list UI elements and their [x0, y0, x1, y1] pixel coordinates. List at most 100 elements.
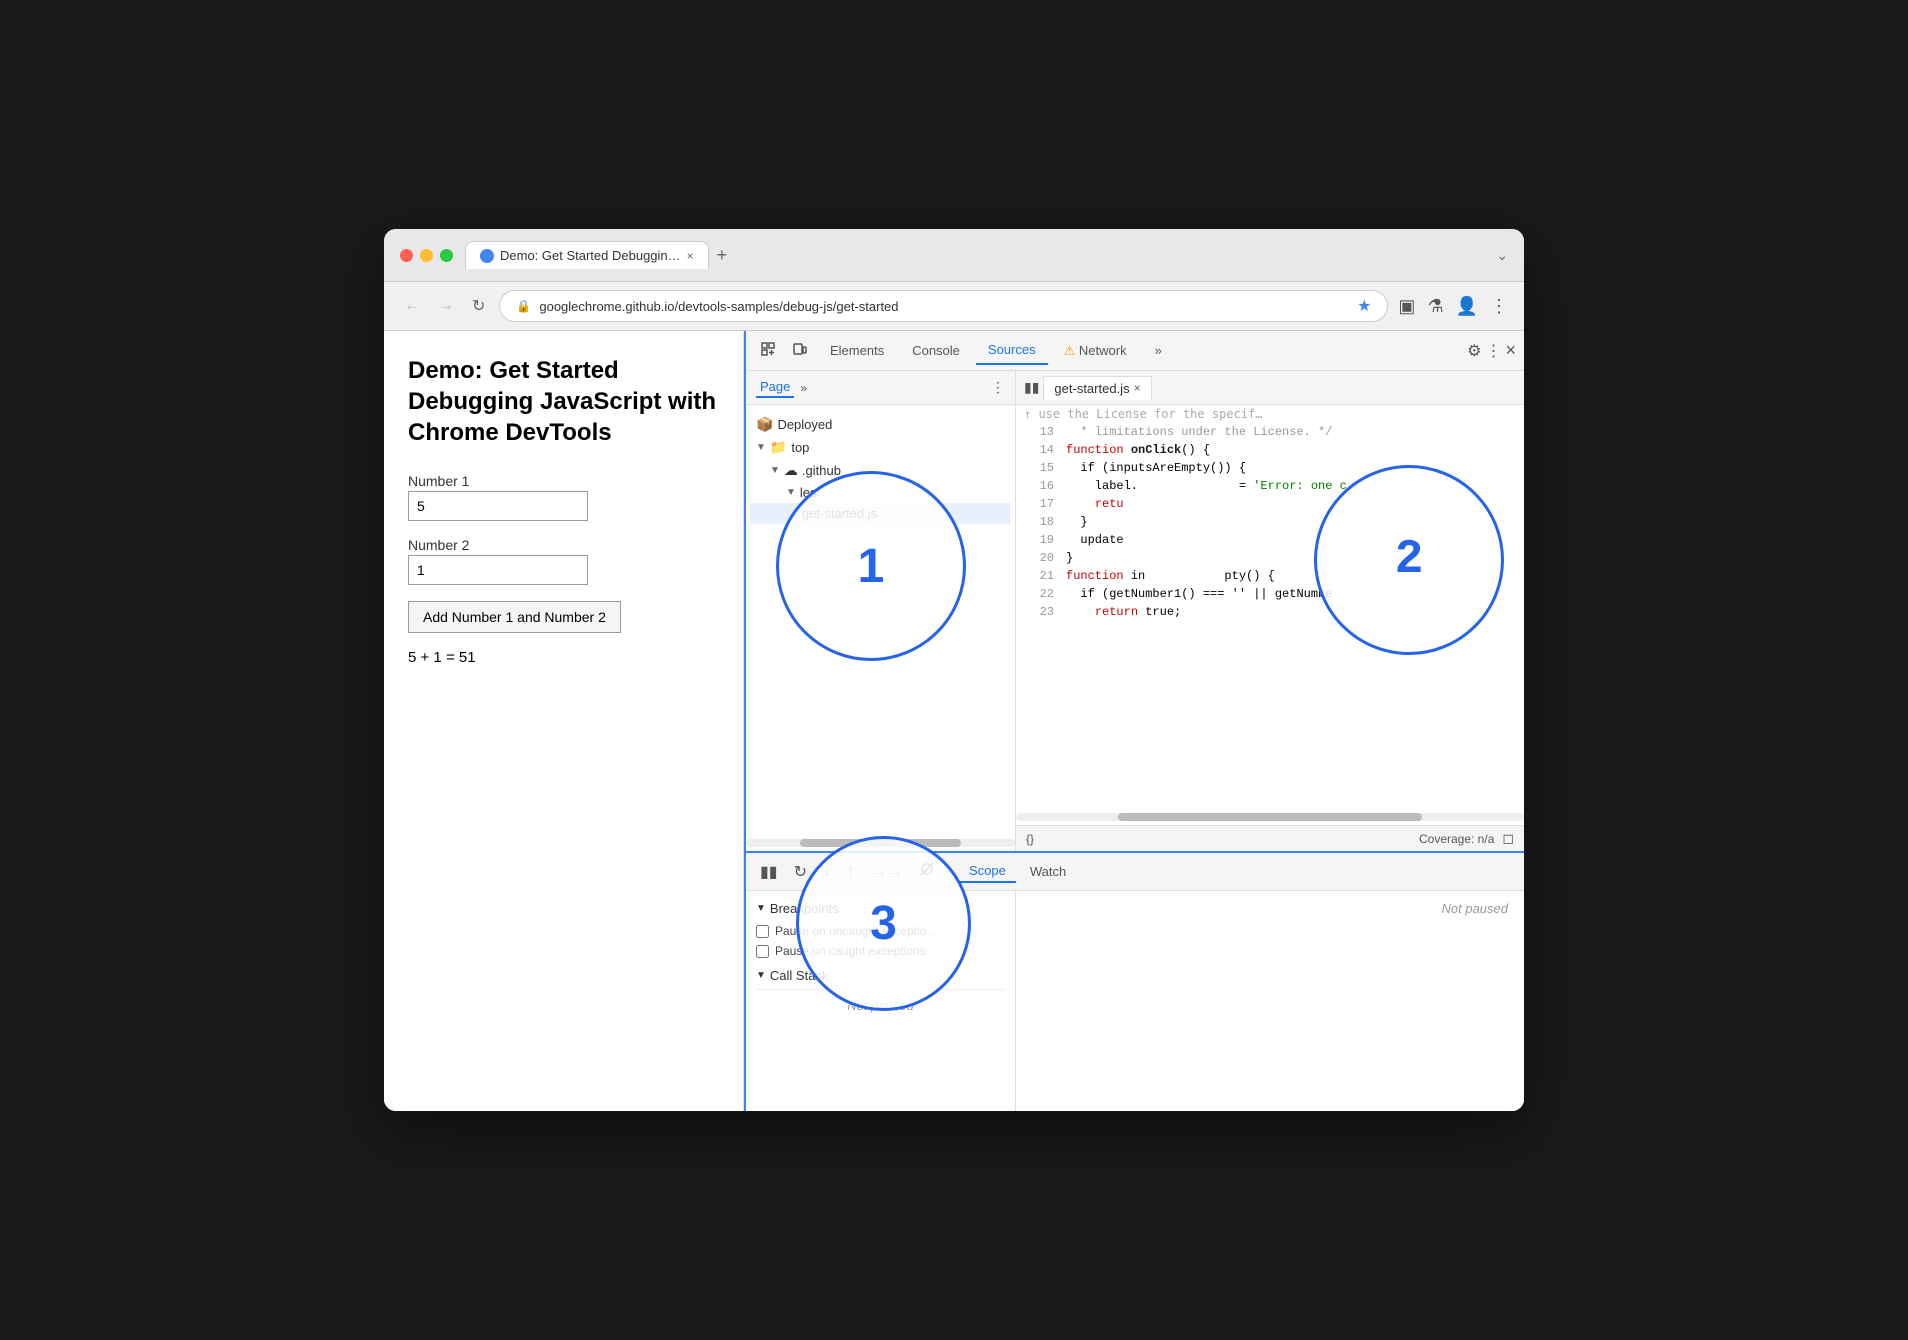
devtools-close-icon[interactable]: × [1505, 340, 1516, 361]
extensions-icon[interactable]: ▣ [1398, 296, 1415, 317]
page-tab[interactable]: Page [756, 377, 794, 398]
address-text: googlechrome.github.io/devtools-samples/… [539, 299, 1349, 314]
pause-caught-item[interactable]: Pause on caught exceptions [756, 944, 1005, 958]
number1-input[interactable] [408, 491, 588, 521]
pause-button[interactable]: ▮▮ [756, 860, 782, 884]
deactivate-breakpoints-button[interactable] [915, 859, 939, 884]
sources-header-more-icon[interactable]: ⋮ [991, 379, 1005, 396]
code-bottom-bar: {} Coverage: n/a ◻ [1016, 825, 1524, 851]
cloud-icon: ☁ [784, 462, 798, 479]
step-button[interactable]: →→ [867, 861, 907, 883]
tree-item-getstarted[interactable]: get-started.js [750, 503, 1011, 524]
pretty-print-icon[interactable]: {} [1026, 832, 1034, 846]
file-tab-close[interactable]: × [1134, 381, 1141, 395]
tree-item-github[interactable]: ▼ ☁ .github [750, 459, 1011, 482]
inspect-element-button[interactable] [754, 337, 782, 364]
code-tabs: ▮▮ get-started.js × [1016, 371, 1524, 405]
not-paused-scope: Not paused [1442, 901, 1509, 916]
watch-tab[interactable]: Watch [1020, 860, 1076, 883]
code-line-19: 19 update [1016, 531, 1524, 549]
title-bar: Demo: Get Started Debuggin… × + ⌄ [384, 229, 1524, 282]
active-tab[interactable]: Demo: Get Started Debuggin… × [465, 241, 709, 269]
devtools-toolbar: Elements Console Sources ⚠ Network » ⚙ ⋮… [746, 331, 1524, 371]
close-traffic-light[interactable] [400, 249, 413, 262]
pause-caught-label: Pause on caught exceptions [775, 944, 926, 958]
scope-tab[interactable]: Scope [959, 860, 1016, 883]
step-out-button[interactable]: ↑ [843, 861, 859, 883]
forward-button[interactable]: → [434, 293, 458, 319]
debug-tabs: Scope Watch [959, 860, 1076, 883]
result-text: 5 + 1 = 51 [408, 649, 719, 666]
code-line-22: 22 if (getNumber1() === '' || getNumbe [1016, 585, 1524, 603]
console-tab[interactable]: Console [900, 337, 972, 364]
page-title: Demo: Get Started Debugging JavaScript w… [408, 355, 719, 449]
tree-item-deployed[interactable]: 📦 Deployed [750, 413, 1011, 436]
code-top-fade: ↑ use the License for the specif… [1016, 405, 1524, 423]
code-line-14: 14 function onClick() { [1016, 441, 1524, 459]
tree-item-samples[interactable]: ▼ les/ [750, 482, 1011, 503]
menu-icon[interactable]: ⋮ [1490, 296, 1508, 317]
devtools-more-icon[interactable]: ⋮ [1485, 341, 1501, 361]
tree-arrow-icon: ▼ [770, 465, 780, 476]
number2-label: Number 2 [408, 537, 469, 553]
browser-window: Demo: Get Started Debuggin… × + ⌄ ← → ↻ … [384, 229, 1524, 1111]
code-line-16: 16 label. = 'Error: one c [1016, 477, 1524, 495]
more-tabs-icon[interactable]: » [800, 381, 807, 395]
code-tab-show-navigator[interactable]: ▮▮ [1024, 379, 1039, 396]
security-icon: 🔒 [516, 299, 531, 313]
tab-bar: Demo: Get Started Debuggin… × + ⌄ [465, 241, 1508, 269]
back-button[interactable]: ← [400, 293, 424, 319]
number1-label: Number 1 [408, 473, 469, 489]
main-content: Demo: Get Started Debugging JavaScript w… [384, 331, 1524, 1111]
sources-left-panel: Page » ⋮ 📦 Deployed ▼ 📁 top [746, 371, 1016, 851]
sources-right-panel: ▮▮ get-started.js × ↑ use the License fo… [1016, 371, 1524, 851]
maximize-traffic-light[interactable] [440, 249, 453, 262]
debug-panel: ▮▮ ↻ ↓ ↑ →→ Scope Watch [746, 851, 1524, 1111]
reload-button[interactable]: ↻ [468, 292, 489, 320]
new-tab-button[interactable]: + [717, 245, 728, 266]
tree-arrow-icon: ▼ [786, 487, 796, 498]
tab-favicon [480, 249, 494, 263]
add-button[interactable]: Add Number 1 and Number 2 [408, 601, 621, 633]
pause-caught-checkbox[interactable] [756, 945, 769, 958]
deployed-icon: 📦 [756, 416, 773, 433]
callstack-label: Call Stack [770, 968, 829, 983]
tree-item-top[interactable]: ▼ 📁 top [750, 436, 1011, 459]
tree-arrow-icon: ▼ [756, 442, 766, 453]
bookmark-icon[interactable]: ★ [1357, 296, 1371, 316]
page-content: Demo: Get Started Debugging JavaScript w… [384, 331, 744, 1111]
number2-input[interactable] [408, 555, 588, 585]
devtools-body: Page » ⋮ 📦 Deployed ▼ 📁 top [746, 371, 1524, 851]
lab-icon[interactable]: ⚗ [1427, 296, 1443, 317]
code-line-15: 15 if (inputsAreEmpty()) { [1016, 459, 1524, 477]
minimize-traffic-light[interactable] [420, 249, 433, 262]
coverage-drawer-icon[interactable]: ◻ [1502, 830, 1514, 847]
browser-toolbar: ▣ ⚗ 👤 ⋮ [1398, 296, 1508, 317]
tab-close-button[interactable]: × [687, 249, 694, 263]
pause-uncaught-item[interactable]: Pause on uncaught exceptio… [756, 924, 1005, 938]
sources-tab[interactable]: Sources [976, 336, 1048, 365]
address-input[interactable]: 🔒 googlechrome.github.io/devtools-sample… [499, 290, 1388, 322]
pause-uncaught-checkbox[interactable] [756, 925, 769, 938]
file-tree: 📦 Deployed ▼ 📁 top ▼ ☁ .github [746, 405, 1015, 532]
debug-left-content: ▼ Breakpoints Pause on uncaught exceptio… [746, 891, 1016, 1031]
not-paused-callstack: Not paused [756, 989, 1005, 1021]
debug-left-panel: ▼ Breakpoints Pause on uncaught exceptio… [746, 891, 1016, 1111]
step-into-button[interactable]: ↓ [819, 861, 835, 883]
sources-left-header: Page » ⋮ [746, 371, 1015, 405]
debug-toolbar: ▮▮ ↻ ↓ ↑ →→ Scope Watch [746, 853, 1524, 891]
horizontal-scrollbar-left[interactable] [746, 839, 1015, 847]
profile-icon[interactable]: 👤 [1456, 296, 1478, 317]
elements-tab[interactable]: Elements [818, 337, 896, 364]
horizontal-scrollbar-right[interactable] [1016, 813, 1524, 821]
file-tab[interactable]: get-started.js × [1043, 376, 1151, 400]
step-over-button[interactable]: ↻ [790, 860, 811, 884]
more-tabs-button[interactable]: » [1143, 337, 1174, 364]
network-tab[interactable]: ⚠ Network [1052, 337, 1139, 365]
device-toolbar-button[interactable] [786, 337, 814, 364]
tab-chevron-icon[interactable]: ⌄ [1496, 247, 1508, 264]
code-line-23: 23 return true; [1016, 603, 1524, 621]
coverage-label: Coverage: n/a [1419, 832, 1494, 846]
code-area[interactable]: ↑ use the License for the specif… 13 * l… [1016, 405, 1524, 809]
devtools-settings-icon[interactable]: ⚙ [1467, 341, 1481, 361]
